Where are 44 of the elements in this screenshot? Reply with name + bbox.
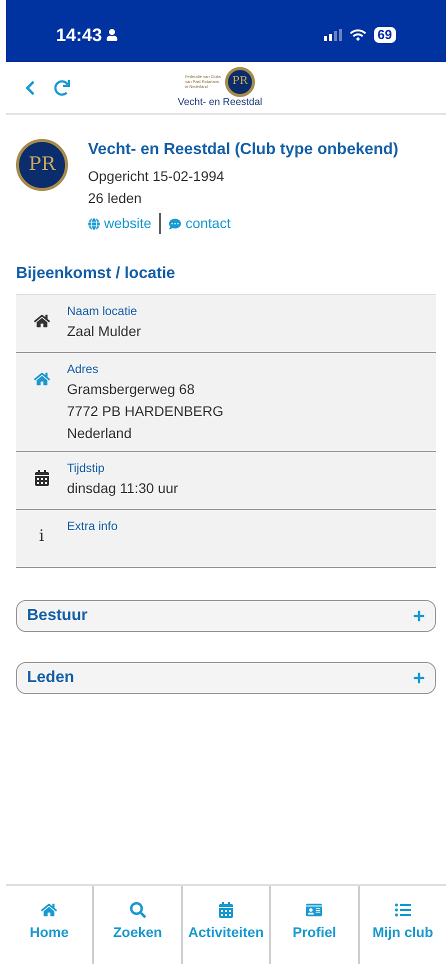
detail-label: Extra info bbox=[67, 518, 118, 534]
refresh-button[interactable] bbox=[54, 80, 70, 96]
tab-button[interactable]: Mijn club bbox=[358, 886, 446, 964]
accordion-header[interactable]: Leden bbox=[16, 662, 436, 694]
tab-button[interactable]: Profiel bbox=[269, 886, 358, 964]
club-name: Vecht- en Reestdal (Club type onbekend) bbox=[88, 140, 398, 160]
home-icon bbox=[41, 902, 58, 918]
home-icon bbox=[34, 371, 50, 387]
calendar-icon bbox=[34, 470, 50, 486]
website-link[interactable]: website bbox=[88, 213, 152, 234]
globe-icon bbox=[88, 218, 100, 230]
signal-icon bbox=[324, 29, 342, 41]
card-icon bbox=[306, 902, 322, 918]
accordion-header[interactable]: Bestuur bbox=[16, 600, 436, 632]
chat-icon bbox=[169, 218, 182, 230]
detail-value: dinsdag 11:30 uur bbox=[67, 479, 178, 498]
status-time: 14:43 bbox=[56, 24, 102, 46]
club-seal-icon: PR bbox=[16, 139, 68, 191]
detail-value: Nederland bbox=[67, 424, 133, 443]
member-count: 26 leden bbox=[88, 189, 143, 208]
detail-value: 7772 PB HARDENBERG bbox=[67, 402, 224, 421]
tab-button[interactable]: Activiteiten bbox=[180, 886, 270, 964]
info-icon: i bbox=[38, 528, 44, 559]
detail-label: Naam locatie bbox=[67, 303, 138, 319]
section-title: Bijeenkomst / locatie bbox=[15, 264, 176, 284]
header-subtitle: Vecht- en Reestdal bbox=[178, 96, 262, 108]
tab-button[interactable]: Home bbox=[6, 886, 92, 964]
home-icon bbox=[34, 313, 50, 329]
person-icon bbox=[106, 29, 118, 41]
battery-indicator: 69 bbox=[374, 27, 396, 43]
detail-value: Zaal Mulder bbox=[67, 322, 141, 341]
detail-label: Adres bbox=[67, 361, 100, 377]
club-seal-icon: PR bbox=[224, 66, 255, 96]
founded-date: Opgericht 15-02-1994 bbox=[88, 167, 226, 186]
tab-button[interactable]: Zoeken bbox=[92, 886, 181, 964]
list-icon bbox=[394, 902, 411, 918]
search-icon bbox=[130, 902, 146, 918]
detail-label: Tijdstip bbox=[67, 460, 106, 476]
calendar-icon bbox=[218, 902, 234, 918]
contact-link[interactable]: contact bbox=[169, 213, 231, 234]
detail-value: Gramsbergerweg 68 bbox=[67, 380, 196, 399]
plus-icon bbox=[413, 610, 425, 622]
plus-icon bbox=[413, 672, 425, 684]
wifi-icon bbox=[350, 27, 366, 43]
